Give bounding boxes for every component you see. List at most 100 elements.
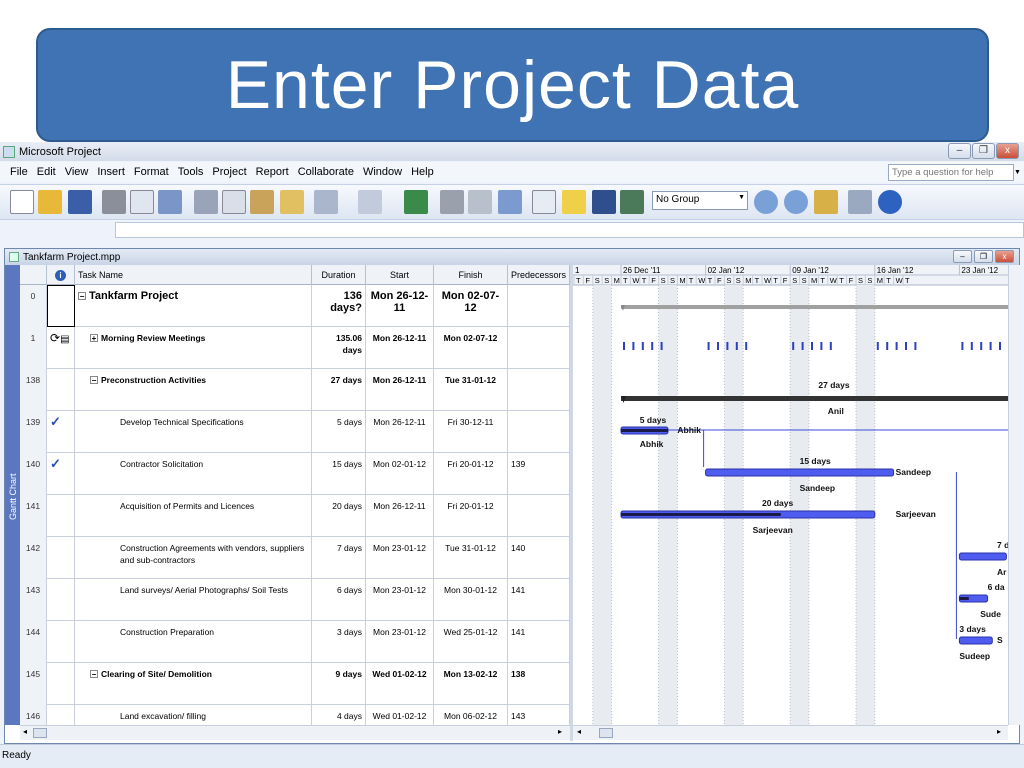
close-button[interactable]: x	[996, 143, 1019, 159]
menu-project[interactable]: Project	[212, 166, 246, 178]
task-start[interactable]: Wed 01-02-12	[366, 705, 434, 725]
save-icon[interactable]	[68, 190, 92, 214]
task-finish[interactable]: Fri 30-12-11	[434, 411, 508, 453]
task-name-cell[interactable]: + Morning Review Meetings	[75, 327, 312, 369]
help-question-input[interactable]: Type a question for help	[888, 164, 1014, 181]
menu-file[interactable]: File	[10, 166, 28, 178]
doc-minimize-button[interactable]: –	[953, 250, 972, 263]
task-start[interactable]: Mon 23-01-12	[366, 621, 434, 663]
split-task-icon[interactable]	[498, 190, 522, 214]
zoom-in-icon[interactable]	[754, 190, 778, 214]
gantt-scroll-left-icon[interactable]: ◂	[577, 727, 581, 736]
header-start[interactable]: Start	[366, 265, 434, 285]
task-name-cell[interactable]: − Clearing of Site/ Demolition	[75, 663, 312, 705]
menu-view[interactable]: View	[65, 166, 89, 178]
menu-edit[interactable]: Edit	[37, 166, 56, 178]
vertical-scrollbar[interactable]	[1008, 265, 1020, 725]
task-row[interactable]: 141 Acquisition of Permits and Licences 20…	[20, 495, 570, 537]
header-task-name[interactable]: Task Name	[75, 265, 312, 285]
task-start[interactable]: Mon 26-12-11	[366, 327, 434, 369]
task-finish[interactable]: Mon 02-07-12	[434, 327, 508, 369]
task-duration[interactable]: 20 days	[312, 495, 366, 537]
task-duration[interactable]: 135.06 days	[312, 327, 366, 369]
task-duration[interactable]: 15 days	[312, 453, 366, 495]
task-start[interactable]: Mon 26-12-11	[366, 495, 434, 537]
task-predecessors[interactable]: 143	[508, 705, 570, 725]
view-bar[interactable]: Gantt Chart	[5, 265, 20, 725]
task-predecessors[interactable]	[508, 327, 570, 369]
task-finish[interactable]: Fri 20-01-12	[434, 453, 508, 495]
new-icon[interactable]	[10, 190, 34, 214]
task-predecessors[interactable]	[508, 369, 570, 411]
help-icon[interactable]	[878, 190, 902, 214]
task-name-cell[interactable]: Land surveys/ Aerial Photographs/ Soil T…	[75, 579, 312, 621]
task-name-cell[interactable]: Land excavation/ filling	[75, 705, 312, 725]
task-name-cell[interactable]: − Preconstruction Activities	[75, 369, 312, 411]
task-row[interactable]: 146 Land excavation/ filling 4 days Wed 01-…	[20, 705, 570, 725]
task-name-cell[interactable]: − Tankfarm Project	[75, 285, 312, 327]
task-row[interactable]: 1 ⟳▤ + Morning Review Meetings 135.06 days Mo…	[20, 327, 570, 369]
task-predecessors[interactable]	[508, 411, 570, 453]
task-duration[interactable]: 5 days	[312, 411, 366, 453]
task-duration[interactable]: 3 days	[312, 621, 366, 663]
gantt-horizontal-scrollbar[interactable]: ◂ ▸	[573, 725, 1008, 740]
table-horizontal-scrollbar[interactable]: ◂ ▸	[20, 725, 570, 740]
print-icon[interactable]	[102, 190, 126, 214]
task-notes-icon[interactable]	[562, 190, 586, 214]
task-start[interactable]: Mon 02-01-12	[366, 453, 434, 495]
task-predecessors[interactable]	[508, 495, 570, 537]
outline-toggle-icon[interactable]: +	[90, 334, 98, 343]
task-row[interactable]: 0− Tankfarm Project 136 days? Mon 26-12-11 M…	[20, 285, 570, 327]
task-finish[interactable]: Mon 06-02-12	[434, 705, 508, 725]
outline-toggle-icon[interactable]: −	[78, 292, 86, 301]
task-row[interactable]: 144 Construction Preparation 3 days Mon 23-…	[20, 621, 570, 663]
task-duration[interactable]: 4 days	[312, 705, 366, 725]
task-name-cell[interactable]: Acquisition of Permits and Licences	[75, 495, 312, 537]
task-predecessors[interactable]	[508, 285, 570, 327]
task-row[interactable]: 139 ✓ Develop Technical Specifications 5 da…	[20, 411, 570, 453]
task-start[interactable]: Mon 26-12-11	[366, 411, 434, 453]
format-painter-icon[interactable]	[280, 190, 304, 214]
menu-window[interactable]: Window	[363, 166, 402, 178]
task-row[interactable]: 138− Preconstruction Activities 27 days Mon…	[20, 369, 570, 411]
header-finish[interactable]: Finish	[434, 265, 508, 285]
scroll-left-icon[interactable]: ◂	[23, 727, 27, 736]
task-finish[interactable]: Tue 31-01-12	[434, 369, 508, 411]
task-finish[interactable]: Tue 31-01-12	[434, 537, 508, 579]
header-predecessors[interactable]: Predecessors	[508, 265, 570, 285]
outline-toggle-icon[interactable]: −	[90, 670, 98, 679]
task-row[interactable]: 140 ✓ Contractor Solicitation 15 days Mon 02…	[20, 453, 570, 495]
task-predecessors[interactable]: 141	[508, 579, 570, 621]
print-preview-icon[interactable]	[130, 190, 154, 214]
menu-help[interactable]: Help	[411, 166, 434, 178]
task-predecessors[interactable]: 140	[508, 537, 570, 579]
cut-icon[interactable]	[194, 190, 218, 214]
doc-restore-button[interactable]: ❐	[974, 250, 993, 263]
header-id[interactable]	[20, 265, 47, 285]
zoom-out-icon[interactable]	[784, 190, 808, 214]
publish-icon[interactable]	[620, 190, 644, 214]
task-row[interactable]: 145− Clearing of Site/ Demolition 9 days We…	[20, 663, 570, 705]
header-indicator[interactable]: i	[47, 265, 75, 285]
task-start[interactable]: Mon 26-12-11	[366, 285, 434, 327]
task-name-cell[interactable]: Construction Preparation	[75, 621, 312, 663]
copy-picture-icon[interactable]	[848, 190, 872, 214]
group-select[interactable]: No Group ▼	[652, 191, 748, 210]
menu-collaborate[interactable]: Collaborate	[298, 166, 354, 178]
header-duration[interactable]: Duration	[312, 265, 366, 285]
task-start[interactable]: Mon 23-01-12	[366, 579, 434, 621]
gantt-scroll-thumb[interactable]	[599, 728, 613, 738]
task-duration[interactable]: 9 days	[312, 663, 366, 705]
task-finish[interactable]: Mon 13-02-12	[434, 663, 508, 705]
link-tasks-icon[interactable]	[440, 190, 464, 214]
doc-close-button[interactable]: x	[995, 250, 1014, 263]
gantt-scroll-right-icon[interactable]: ▸	[997, 727, 1001, 736]
go-to-task-icon[interactable]	[814, 190, 838, 214]
task-duration[interactable]: 136 days?	[312, 285, 366, 327]
assign-resources-icon[interactable]	[592, 190, 616, 214]
menu-format[interactable]: Format	[134, 166, 169, 178]
task-name-cell[interactable]: Construction Agreements with vendors, su…	[75, 537, 312, 579]
task-finish[interactable]: Mon 02-07-12	[434, 285, 508, 327]
outline-toggle-icon[interactable]: −	[90, 376, 98, 385]
task-start[interactable]: Wed 01-02-12	[366, 663, 434, 705]
